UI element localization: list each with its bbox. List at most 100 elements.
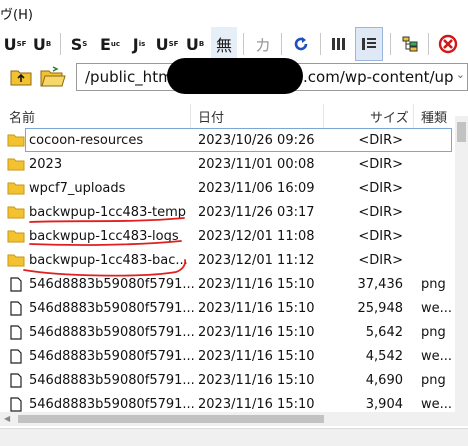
column-size[interactable]: サイズ	[370, 107, 409, 126]
file-list: cocoon-resources 2023/10/26 09:26 <DIR> …	[0, 128, 455, 412]
file-icon	[10, 325, 22, 340]
file-name: cocoon-resources	[29, 133, 144, 148]
menu-bar: ヴ(H)	[0, 0, 468, 24]
file-size: 25,948	[357, 301, 404, 316]
column-type[interactable]: 種類	[421, 107, 447, 126]
path-input[interactable]: /public_html .com/wp-content/up ⌄	[76, 58, 468, 94]
vertical-scroll-thumb[interactable]	[457, 122, 466, 142]
detail-view-icon[interactable]	[355, 27, 383, 61]
file-name: wpcf7_uploads	[29, 181, 126, 196]
file-size: <DIR>	[358, 157, 403, 172]
folder-icon	[7, 254, 25, 267]
path-suffix: .com/wp-content/up	[303, 68, 454, 86]
folder-icon	[7, 134, 25, 147]
file-date: 2023/10/26 09:26	[198, 133, 315, 148]
file-name: 546d8883b59080f5791...	[29, 277, 195, 292]
horizontal-scroll-thumb[interactable]	[18, 415, 324, 423]
file-date: 2023/12/01 11:12	[198, 253, 315, 268]
file-name: backwpup-1cc483-temp	[29, 205, 187, 220]
tree-view-icon[interactable]	[396, 27, 424, 61]
open-folder-icon[interactable]	[40, 66, 66, 88]
file-date: 2023/11/01 00:08	[198, 157, 315, 172]
utf8-sf-button[interactable]: U SF	[154, 27, 180, 61]
file-name: 546d8883b59080f5791...	[29, 325, 195, 340]
file-name: 546d8883b59080f5791...	[29, 397, 195, 412]
file-date: 2023/11/26 03:17	[198, 205, 315, 220]
file-icon	[10, 397, 22, 412]
file-type: we...	[421, 349, 453, 364]
file-name: backwpup-1cc483-logs	[29, 229, 179, 244]
file-type: png	[421, 325, 446, 340]
column-divider[interactable]	[323, 104, 324, 128]
list-item[interactable]: 546d8883b59080f5791... 2023/11/16 15:10 …	[0, 320, 455, 344]
toolbar: U SF UB SS Euc Jis U SF UB 無 カ	[0, 27, 468, 61]
utf8-b-button[interactable]: UB	[183, 27, 207, 61]
toolbar-separator	[390, 33, 391, 55]
file-name: backwpup-1cc483-bac...	[29, 253, 188, 268]
list-item[interactable]: backwpup-1cc483-bac... 2023/12/01 11:12 …	[0, 248, 455, 272]
parent-folder-icon[interactable]	[10, 67, 34, 87]
column-date[interactable]: 日付	[198, 107, 224, 126]
list-item[interactable]: 546d8883b59080f5791... 2023/11/16 15:10 …	[0, 272, 455, 296]
horizontal-scrollbar[interactable]: ◀	[0, 412, 468, 426]
column-divider[interactable]	[190, 104, 191, 128]
toolbar-separator	[281, 33, 282, 55]
column-header: 名前 日付 サイズ 種類	[0, 104, 468, 128]
refresh-icon[interactable]	[288, 27, 314, 61]
folder-icon	[7, 206, 25, 219]
euc-button[interactable]: Euc	[96, 27, 124, 61]
list-item[interactable]: 546d8883b59080f5791... 2023/11/16 15:10 …	[0, 344, 455, 368]
file-date: 2023/11/16 15:10	[198, 277, 315, 292]
file-date: 2023/11/16 15:10	[198, 301, 315, 316]
list-item[interactable]: backwpup-1cc483-logs 2023/12/01 11:08 <D…	[0, 224, 455, 248]
column-divider[interactable]	[413, 104, 414, 128]
redaction-mark	[167, 58, 303, 94]
vertical-scrollbar[interactable]	[455, 116, 468, 416]
file-type: png	[421, 373, 446, 388]
file-date: 2023/11/16 15:10	[198, 373, 315, 388]
file-name: 546d8883b59080f5791...	[29, 373, 195, 388]
list-item[interactable]: 546d8883b59080f5791... 2023/11/16 15:10 …	[0, 296, 455, 320]
file-date: 2023/11/16 15:10	[198, 397, 315, 412]
list-item[interactable]: wpcf7_uploads 2023/11/06 16:09 <DIR>	[0, 176, 455, 200]
file-size: 37,436	[357, 277, 404, 292]
file-size: <DIR>	[358, 133, 403, 148]
file-size: <DIR>	[358, 229, 403, 244]
file-size: 4,542	[365, 349, 403, 364]
path-bar: /public_html .com/wp-content/up ⌄	[0, 58, 468, 94]
file-name: 2023	[29, 157, 63, 172]
list-item[interactable]: 546d8883b59080f5791... 2023/11/16 15:10 …	[0, 368, 455, 392]
toolbar-separator	[60, 33, 61, 55]
toolbar-separator	[428, 33, 429, 55]
upper-b-button[interactable]: UB	[30, 27, 54, 61]
column-name[interactable]: 名前	[9, 107, 35, 126]
stop-icon[interactable]	[434, 27, 462, 61]
list-item[interactable]: 2023 2023/11/01 00:08 <DIR>	[0, 152, 455, 176]
file-size: 4,690	[365, 373, 403, 388]
file-icon	[10, 301, 22, 316]
file-size: <DIR>	[358, 205, 403, 220]
file-size: 5,642	[365, 325, 403, 340]
file-date: 2023/11/16 15:10	[198, 349, 315, 364]
file-icon	[10, 349, 22, 364]
kana-button[interactable]: カ	[250, 27, 276, 61]
sjis-button[interactable]: SS	[66, 27, 92, 61]
chevron-down-icon[interactable]: ⌄	[456, 68, 465, 81]
toolbar-separator	[243, 33, 244, 55]
scroll-left-icon[interactable]: ◀	[4, 414, 10, 423]
file-icon	[10, 373, 22, 388]
status-bar	[0, 428, 468, 446]
file-icon	[10, 277, 22, 292]
list-item[interactable]: backwpup-1cc483-temp 2023/11/26 03:17 <D…	[0, 200, 455, 224]
list-view-icon[interactable]	[326, 27, 352, 61]
folder-icon	[7, 230, 25, 243]
menu-help[interactable]: ヴ(H)	[0, 4, 33, 23]
folder-icon	[7, 158, 25, 171]
file-type: we...	[421, 397, 453, 412]
file-size: 3,904	[365, 397, 403, 412]
upper-sf-button[interactable]: U SF	[2, 27, 28, 61]
no-conversion-button[interactable]: 無	[211, 27, 237, 61]
toolbar-separator	[320, 33, 321, 55]
list-item[interactable]: cocoon-resources 2023/10/26 09:26 <DIR>	[0, 128, 455, 152]
jis-button[interactable]: Jis	[127, 27, 151, 61]
